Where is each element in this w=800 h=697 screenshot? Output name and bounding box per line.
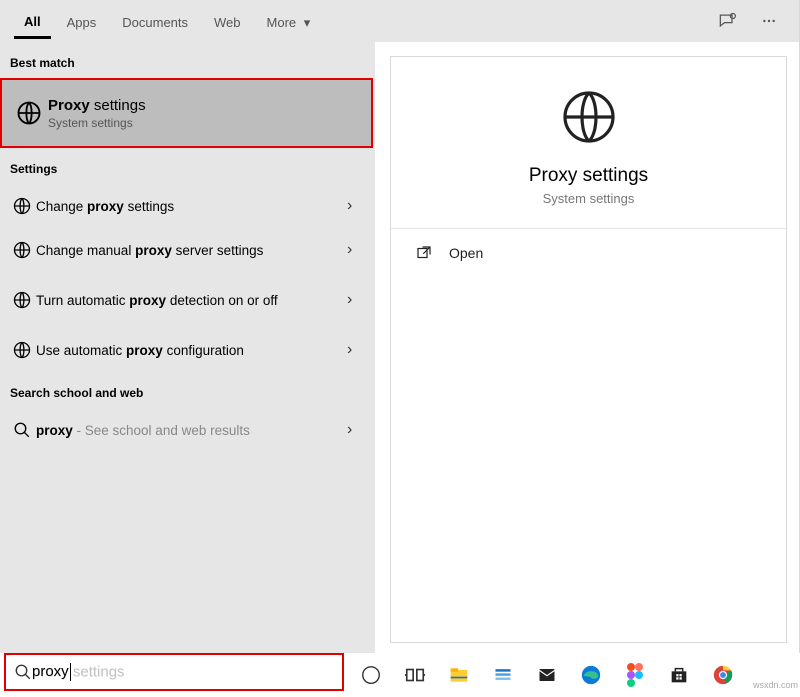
best-match-title-bold: Proxy <box>48 97 90 114</box>
detail-title: Proxy settings <box>529 165 648 187</box>
globe-icon <box>8 290 36 310</box>
search-panel: All Apps Documents Web More ▾ Best match… <box>0 0 800 653</box>
best-match-text: Proxy settings System settings <box>48 97 146 130</box>
tab-more-label: More <box>267 15 297 30</box>
settings-item-auto-detection[interactable]: Turn automatic proxy detection on or off… <box>0 272 375 328</box>
search-icon <box>8 421 36 439</box>
settings-item-auto-config[interactable]: Use automatic proxy configuration › <box>0 328 375 372</box>
search-typed-text: proxy <box>32 663 72 681</box>
tab-web[interactable]: Web <box>204 5 251 37</box>
best-match-subtitle: System settings <box>48 116 146 130</box>
search-box[interactable]: proxy settings proxy <box>4 653 344 691</box>
task-view-icon[interactable] <box>402 662 428 688</box>
web-search-item[interactable]: proxy - See school and web results › <box>0 408 375 452</box>
detail-subtitle: System settings <box>543 191 635 206</box>
open-label: Open <box>449 245 483 261</box>
settings-item-manual-proxy[interactable]: Change manual proxy server settings › <box>0 228 375 272</box>
results-column: Best match Proxy settings System setting… <box>0 42 375 653</box>
news-icon[interactable] <box>490 662 516 688</box>
search-icon <box>14 663 32 681</box>
chrome-icon[interactable] <box>710 662 736 688</box>
tab-more[interactable]: More ▾ <box>257 5 321 38</box>
store-icon[interactable] <box>666 662 692 688</box>
settings-item-change-proxy[interactable]: Change proxy settings › <box>0 184 375 228</box>
tab-all[interactable]: All <box>14 4 51 39</box>
best-match-title-rest: settings <box>90 97 146 114</box>
best-match-item[interactable]: Proxy settings System settings <box>0 78 373 148</box>
tab-documents[interactable]: Documents <box>112 5 198 37</box>
globe-icon <box>8 196 36 216</box>
file-explorer-icon[interactable] <box>446 662 472 688</box>
cortana-icon[interactable] <box>358 662 384 688</box>
globe-icon <box>8 340 36 360</box>
feedback-icon[interactable] <box>709 11 745 31</box>
more-options-icon[interactable] <box>751 13 787 29</box>
chevron-right-icon: › <box>347 291 367 309</box>
globe-icon <box>8 240 36 260</box>
figma-icon[interactable] <box>622 662 648 688</box>
chevron-right-icon: › <box>347 197 367 215</box>
detail-panel: Proxy settings System settings Open <box>390 56 787 643</box>
chevron-right-icon: › <box>347 241 367 259</box>
globe-icon <box>10 99 48 127</box>
taskbar <box>350 653 800 697</box>
web-search-header: Search school and web <box>0 372 375 408</box>
chevron-down-icon: ▾ <box>304 15 311 30</box>
chevron-right-icon: › <box>347 341 367 359</box>
globe-icon <box>557 85 621 149</box>
tabs-row: All Apps Documents Web More ▾ <box>0 0 799 42</box>
chevron-right-icon: › <box>347 421 367 439</box>
open-icon <box>415 244 433 262</box>
settings-header: Settings <box>0 148 375 184</box>
best-match-header: Best match <box>0 42 375 78</box>
open-button[interactable]: Open <box>391 229 786 277</box>
edge-icon[interactable] <box>578 662 604 688</box>
mail-icon[interactable] <box>534 662 560 688</box>
watermark: wsxdn.com <box>753 680 798 690</box>
tab-apps[interactable]: Apps <box>57 5 107 37</box>
